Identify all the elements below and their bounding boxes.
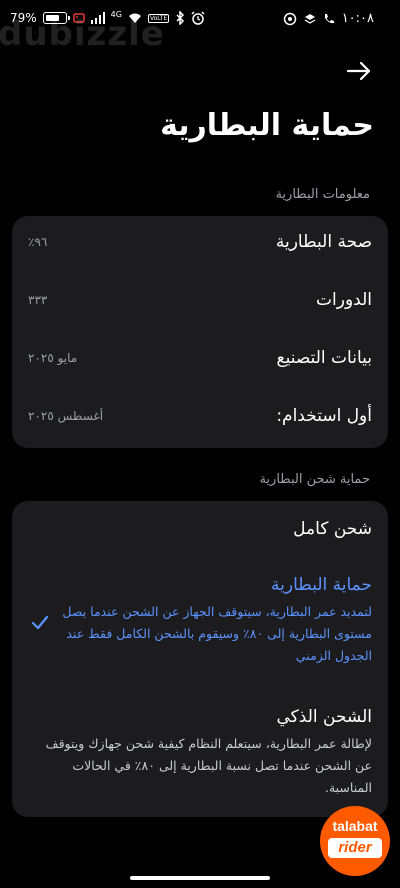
watermark: dubizzle <box>0 14 165 54</box>
home-indicator[interactable] <box>130 876 270 880</box>
phone-icon <box>324 13 334 23</box>
info-label: أول استخدام: <box>276 406 372 426</box>
section-label-battery-info: معلومات البطارية <box>275 187 370 202</box>
alarm-icon <box>191 11 205 25</box>
option-battery-protection[interactable]: حماية البطارية لتمديد عمر البطارية، سيتو… <box>12 563 388 699</box>
charging-protection-card: شحن كامل حماية البطارية لتمديد عمر البطا… <box>12 501 388 817</box>
option-full-charge[interactable]: شحن كامل <box>12 501 388 563</box>
bubble-brand-bottom: rider <box>328 838 382 858</box>
info-row-cycles: الدورات ٣٣٣ <box>12 274 388 330</box>
option-title: شحن كامل <box>293 519 372 539</box>
info-label: الدورات <box>316 290 372 310</box>
info-row-first-use: أول استخدام: أغسطس ٢٠٢٥ <box>12 390 388 446</box>
info-row-manufacture: بيانات التصنيع مايو ٢٠٢٥ <box>12 332 388 388</box>
bluetooth-icon <box>176 11 185 25</box>
info-label: بيانات التصنيع <box>276 348 372 368</box>
checkmark-icon <box>31 615 49 630</box>
info-value: مايو ٢٠٢٥ <box>28 351 78 365</box>
talabat-rider-bubble[interactable]: talabat rider <box>320 806 390 876</box>
status-right: ١٠:٠٨ <box>283 11 374 26</box>
desc-line: مستوى البطارية إلى ٨٠٪ وسيقوم بالشحن الك… <box>66 626 372 641</box>
whatsapp-icon <box>283 12 296 25</box>
section-label-charging-protection: حماية شحن البطارية <box>259 472 370 487</box>
info-value: ٩٦٪ <box>28 235 48 249</box>
info-value: أغسطس ٢٠٢٥ <box>28 409 104 423</box>
option-title: الشحن الذكي <box>276 707 372 727</box>
clock: ١٠:٠٨ <box>341 11 374 26</box>
desc-line: لإطالة عمر البطارية، سيتعلم النظام كيفية… <box>45 736 372 751</box>
bubble-brand-top: talabat <box>332 818 378 834</box>
option-title: حماية البطارية <box>271 575 372 595</box>
desc-line: لتمديد عمر البطارية، سيتوقف الجهاز عن ال… <box>62 604 372 619</box>
desc-line: عن الشحن عندما تصل نسبة البطارية إلى ٨٠٪… <box>72 758 372 773</box>
desc-line: الجدول الزمني <box>295 648 372 663</box>
option-description: لتمديد عمر البطارية، سيتوقف الجهاز عن ال… <box>62 601 372 667</box>
info-value: ٣٣٣ <box>28 293 48 307</box>
info-row-health: صحة البطارية ٩٦٪ <box>12 216 388 272</box>
back-arrow-icon[interactable] <box>344 56 374 86</box>
option-description: لإطالة عمر البطارية، سيتعلم النظام كيفية… <box>46 733 372 799</box>
layers-icon <box>304 13 316 24</box>
battery-info-card: صحة البطارية ٩٦٪ الدورات ٣٣٣ بيانات التص… <box>12 216 388 448</box>
option-smart-charging[interactable]: الشحن الذكي لإطالة عمر البطارية، سيتعلم … <box>12 699 388 817</box>
info-label: صحة البطارية <box>275 232 372 252</box>
desc-line: المناسبة. <box>324 780 372 795</box>
page-title: حماية البطارية <box>160 108 374 143</box>
